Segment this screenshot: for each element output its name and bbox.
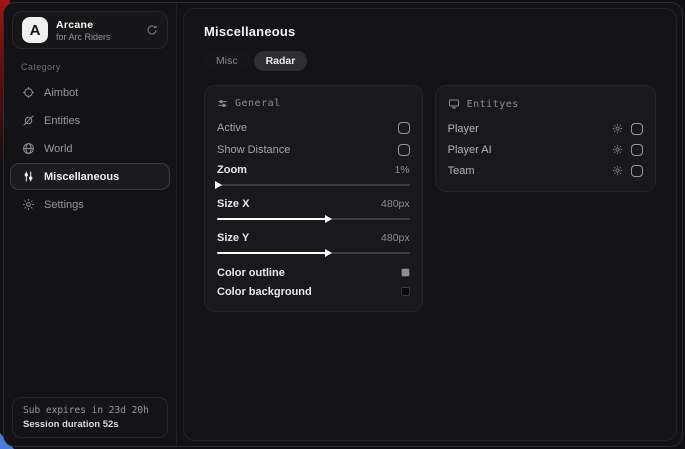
- entity-row-player-ai: Player AI: [448, 139, 643, 160]
- app-logo: A: [22, 17, 48, 43]
- sub-expires-text: Sub expires in 23d 20h: [23, 405, 157, 416]
- setting-label: Active: [217, 122, 247, 134]
- entity-label: Player AI: [448, 144, 492, 156]
- sidebar-item-label: World: [44, 143, 73, 155]
- setting-label: Color background: [217, 286, 312, 298]
- slider-fill: [217, 252, 327, 254]
- sidebar-item-label: Miscellaneous: [44, 171, 119, 183]
- sidebar-item-entities[interactable]: Entities: [10, 107, 170, 134]
- setting-row-color-outline: Color outline: [217, 263, 410, 282]
- entities-panel-title: Entityes: [467, 99, 519, 110]
- setting-row-active: Active: [217, 117, 410, 139]
- app-window: A Arcane for Arc Riders Category Aimbot: [3, 2, 683, 447]
- general-panel-header: General: [217, 98, 410, 109]
- entity-controls: [612, 144, 643, 156]
- entity-label: Player: [448, 123, 479, 135]
- main-area: Miscellaneous Misc Radar Gene: [177, 3, 682, 446]
- entity-controls: [612, 123, 643, 135]
- sidebar-item-label: Aimbot: [44, 87, 78, 99]
- gear-icon[interactable]: [612, 165, 623, 176]
- entity-controls: [612, 165, 643, 177]
- gear-icon[interactable]: [612, 144, 623, 155]
- entities-panel-header: Entityes: [448, 98, 643, 110]
- app-subtitle: for Arc Riders: [56, 32, 111, 42]
- setting-label: Size X: [217, 198, 249, 210]
- player-ai-checkbox[interactable]: [631, 144, 643, 156]
- zoom-value: 1%: [394, 164, 409, 176]
- setting-row-zoom: Zoom 1%: [217, 161, 410, 179]
- size-x-value: 480px: [381, 198, 410, 210]
- entity-row-player: Player: [448, 118, 643, 139]
- sidebar-item-label: Settings: [44, 199, 84, 211]
- setting-label: Color outline: [217, 267, 285, 279]
- size-y-value: 480px: [381, 232, 410, 244]
- size-y-slider-handle[interactable]: [325, 249, 332, 257]
- general-panel-title: General: [235, 98, 281, 109]
- show-distance-checkbox[interactable]: [398, 144, 410, 156]
- subscription-info-card: Sub expires in 23d 20h Session duration …: [12, 397, 168, 438]
- setting-row-color-background: Color background: [217, 282, 410, 301]
- refresh-icon[interactable]: [146, 24, 158, 36]
- entities-panel: Entityes Player: [435, 85, 656, 192]
- tab-bar: Misc Radar: [204, 51, 656, 71]
- slider-fill: [217, 218, 327, 220]
- sidebar-item-world[interactable]: World: [10, 135, 170, 162]
- page-title: Miscellaneous: [204, 24, 656, 39]
- setting-label: Show Distance: [217, 144, 290, 156]
- player-checkbox[interactable]: [631, 123, 643, 135]
- color-background-swatch[interactable]: [401, 287, 410, 296]
- sidebar-menu: Aimbot Entities World: [4, 79, 176, 218]
- entity-row-team: Team: [448, 160, 643, 181]
- sliders-small-icon: [217, 98, 228, 109]
- category-label: Category: [21, 62, 176, 72]
- app-logo-card: A Arcane for Arc Riders: [12, 11, 168, 49]
- color-outline-swatch[interactable]: [401, 268, 410, 277]
- entities-icon: [22, 114, 35, 127]
- tab-misc[interactable]: Misc: [204, 51, 250, 71]
- size-x-slider-handle[interactable]: [325, 215, 332, 223]
- entity-label: Team: [448, 165, 475, 177]
- gear-icon: [22, 198, 35, 211]
- setting-label: Zoom: [217, 164, 247, 176]
- size-y-slider[interactable]: [217, 252, 410, 254]
- panels-row: General Active Show Distance Zoom 1%: [204, 85, 656, 312]
- app-name: Arcane: [56, 19, 111, 31]
- team-checkbox[interactable]: [631, 165, 643, 177]
- tab-radar[interactable]: Radar: [254, 51, 308, 71]
- setting-label: Size Y: [217, 232, 249, 244]
- crosshair-icon: [22, 86, 35, 99]
- general-panel: General Active Show Distance Zoom 1%: [204, 85, 423, 312]
- globe-icon: [22, 142, 35, 155]
- setting-row-size-x: Size X 480px: [217, 195, 410, 213]
- sidebar-item-label: Entities: [44, 115, 80, 127]
- main-panel: Miscellaneous Misc Radar Gene: [183, 8, 677, 441]
- gear-icon[interactable]: [612, 123, 623, 134]
- zoom-slider-handle[interactable]: [215, 181, 222, 189]
- active-checkbox[interactable]: [398, 122, 410, 134]
- setting-row-size-y: Size Y 480px: [217, 229, 410, 247]
- sliders-icon: [22, 170, 35, 183]
- sidebar-item-aimbot[interactable]: Aimbot: [10, 79, 170, 106]
- sidebar: A Arcane for Arc Riders Category Aimbot: [4, 3, 177, 446]
- size-x-slider[interactable]: [217, 218, 410, 220]
- session-duration-text: Session duration 52s: [23, 419, 157, 430]
- zoom-slider[interactable]: [217, 184, 410, 186]
- setting-row-show-distance: Show Distance: [217, 139, 410, 161]
- sidebar-item-settings[interactable]: Settings: [10, 191, 170, 218]
- sidebar-item-miscellaneous[interactable]: Miscellaneous: [10, 163, 170, 190]
- app-meta: Arcane for Arc Riders: [56, 19, 111, 42]
- monitor-icon: [448, 98, 460, 110]
